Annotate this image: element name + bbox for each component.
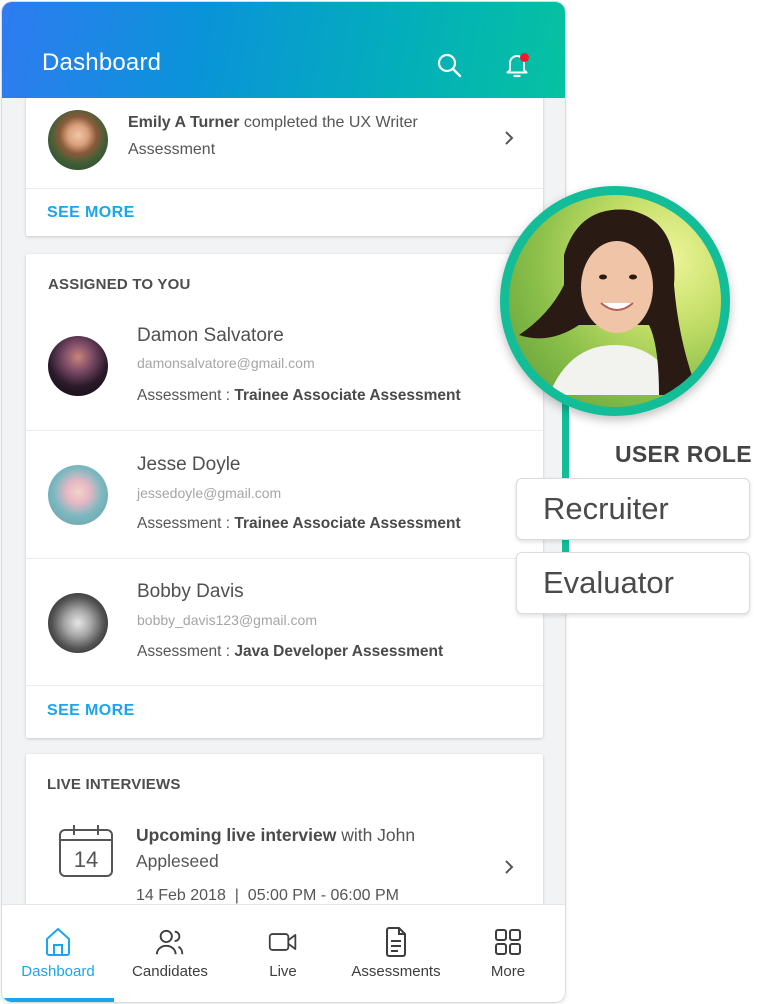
notification-badge — [520, 53, 529, 62]
notifications-button[interactable] — [500, 48, 534, 82]
live-interview-title-bold: Upcoming live interview — [136, 825, 337, 845]
calendar-icon: 14 — [59, 825, 113, 877]
candidate-assessment: Assessment : Java Developer Assessment — [137, 643, 443, 661]
candidate-email: bobby_davis123@gmail.com — [137, 612, 317, 628]
candidate-name: Damon Salvatore — [137, 325, 284, 346]
activity-text: Emily A Turner completed the UX Writer A… — [128, 109, 468, 163]
nav-more[interactable]: More — [452, 905, 564, 1002]
separator: | — [234, 887, 239, 904]
home-icon — [43, 927, 73, 957]
candidate-email: damonsalvatore@gmail.com — [137, 355, 315, 371]
activity-item[interactable]: Emily A Turner completed the UX Writer A… — [26, 98, 543, 188]
see-more-assigned-link[interactable]: SEE MORE — [47, 702, 135, 720]
candidate-assessment: Assessment : Trainee Associate Assessmen… — [137, 387, 461, 405]
nav-label: Dashboard — [21, 963, 95, 980]
activity-name: Emily A Turner — [128, 114, 240, 131]
live-interview-time: 14 Feb 2018 | 05:00 PM - 06:00 PM — [136, 887, 399, 904]
search-icon — [437, 53, 462, 78]
phone-screen: Dashboard Emily A Turner completed the U… — [2, 2, 565, 1002]
nav-label: More — [490, 963, 526, 980]
assigned-to-you-card: ASSIGNED TO YOU Damon Salvatore damonsal… — [26, 254, 543, 738]
candidate-assessment: Assessment : Trainee Associate Assessmen… — [137, 515, 461, 533]
user-role-avatar — [500, 186, 730, 416]
grid-icon — [493, 927, 523, 957]
nav-dashboard[interactable]: Dashboard — [2, 905, 114, 1002]
assigned-item[interactable]: Jesse Doyle jessedoyle@gmail.com Assessm… — [26, 431, 543, 559]
candidate-name: Bobby Davis — [137, 581, 244, 602]
candidate-name: Jesse Doyle — [137, 454, 241, 475]
section-title: LIVE INTERVIEWS — [47, 776, 181, 793]
assigned-item[interactable]: Bobby Davis bobby_davis123@gmail.com Ass… — [26, 559, 543, 687]
role-option-recruiter[interactable]: Recruiter — [516, 478, 750, 540]
assessment-label: Assessment : — [137, 387, 235, 404]
assessment-label: Assessment : — [137, 643, 235, 660]
nav-candidates[interactable]: Candidates — [114, 905, 226, 1002]
avatar — [48, 593, 108, 653]
portrait-illustration — [519, 209, 699, 395]
interview-date: 14 Feb 2018 — [136, 887, 226, 904]
avatar — [48, 336, 108, 396]
activity-card: Emily A Turner completed the UX Writer A… — [26, 98, 543, 236]
interview-time: 05:00 PM - 06:00 PM — [247, 887, 399, 904]
user-role-label: USER ROLE — [615, 441, 752, 467]
chevron-right-icon — [505, 131, 514, 145]
chevron-right-icon — [505, 860, 514, 874]
nav-live[interactable]: Live — [226, 905, 340, 1002]
assessment-name: Trainee Associate Assessment — [234, 387, 461, 404]
video-icon — [268, 927, 298, 957]
calendar-day: 14 — [74, 847, 98, 872]
live-interview-title: Upcoming live interview with John Apples… — [136, 822, 456, 874]
live-interview-item[interactable]: 14 Upcoming live interview with John App… — [26, 812, 543, 904]
assigned-item[interactable]: Damon Salvatore damonsalvatore@gmail.com… — [26, 302, 543, 430]
assessment-label: Assessment : — [137, 515, 235, 532]
nav-label: Live — [269, 963, 297, 980]
assessment-name: Java Developer Assessment — [234, 643, 444, 660]
bottom-navigation: Dashboard Candidates Live Assessments Mo… — [2, 904, 565, 1002]
document-icon — [381, 927, 411, 957]
app-bar: Dashboard — [2, 2, 565, 98]
users-icon — [155, 927, 185, 957]
divider — [26, 188, 543, 189]
search-button[interactable] — [432, 48, 466, 82]
assessment-name: Trainee Associate Assessment — [234, 515, 461, 532]
page-title: Dashboard — [42, 49, 162, 76]
avatar — [48, 465, 108, 525]
section-title: ASSIGNED TO YOU — [48, 276, 191, 293]
avatar — [48, 110, 108, 170]
nav-label: Assessments — [351, 963, 441, 980]
dashboard-content: Emily A Turner completed the UX Writer A… — [2, 98, 565, 904]
nav-label: Candidates — [132, 963, 208, 980]
candidate-email: jessedoyle@gmail.com — [137, 485, 282, 501]
active-tab-indicator — [2, 998, 114, 1002]
nav-assessments[interactable]: Assessments — [340, 905, 452, 1002]
divider — [26, 685, 543, 686]
live-interviews-card: LIVE INTERVIEWS 14 Upcoming live intervi… — [26, 754, 543, 904]
role-option-evaluator[interactable]: Evaluator — [516, 552, 750, 614]
see-more-activity-link[interactable]: SEE MORE — [47, 204, 135, 222]
